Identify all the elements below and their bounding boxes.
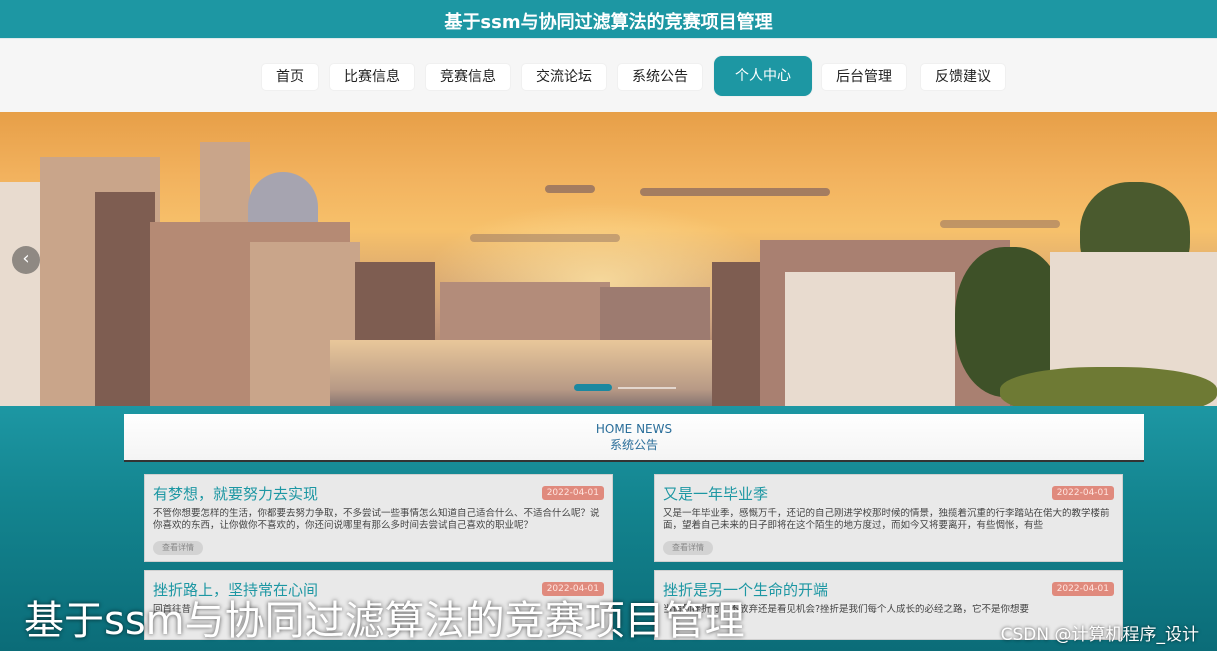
- hero-carousel[interactable]: ‹: [0, 112, 1217, 406]
- building: [95, 192, 155, 406]
- nav-item-feedback[interactable]: 反馈建议: [921, 64, 1005, 90]
- nav-item-admin[interactable]: 后台管理: [822, 64, 906, 90]
- carousel-dot-track[interactable]: [618, 387, 676, 389]
- video-caption: 基于ssm与协同过滤算法的竞赛项目管理: [24, 598, 745, 644]
- carousel-dot-active[interactable]: [574, 384, 612, 391]
- news-card-title[interactable]: 有梦想，就要努力去实现: [153, 483, 318, 504]
- news-card-date: 2022-04-01: [541, 486, 604, 500]
- view-details-button[interactable]: 查看详情: [663, 541, 713, 555]
- nav-item-competition-info[interactable]: 比赛信息: [330, 64, 414, 90]
- nav-item-home[interactable]: 首页: [262, 64, 318, 90]
- news-card-excerpt: 又是一年毕业季，感慨万千，还记的自己刚进学校那时候的情景，独揽着沉重的行李踏站在…: [663, 508, 1110, 530]
- news-heading-cn: 系统公告: [609, 438, 658, 452]
- view-details-button[interactable]: 查看详情: [153, 541, 203, 555]
- cloud: [545, 185, 595, 193]
- shrubs: [1000, 367, 1217, 406]
- news-heading: HOME NEWS 系统公告: [124, 414, 1144, 462]
- carousel-pagination: [570, 384, 680, 392]
- cloud: [640, 188, 830, 196]
- news-card[interactable]: 又是一年毕业季 2022-04-01 又是一年毕业季，感慨万千，还记的自己刚进学…: [654, 474, 1123, 562]
- news-card-date: 2022-04-01: [1051, 486, 1114, 500]
- news-card-excerpt: 不管你想要怎样的生活，你都要去努力争取，不多尝试一些事情怎么知道自己适合什么、不…: [153, 508, 600, 530]
- chevron-left-icon[interactable]: ‹: [12, 246, 40, 274]
- csdn-watermark: CSDN @计算机程序_设计: [1000, 625, 1199, 645]
- building: [785, 272, 955, 406]
- news-heading-en: HOME NEWS: [595, 422, 673, 436]
- nav-item-announcements[interactable]: 系统公告: [618, 64, 702, 90]
- site-title: 基于ssm与协同过滤算法的竞赛项目管理: [444, 12, 773, 33]
- news-card-title[interactable]: 又是一年毕业季: [663, 483, 768, 504]
- news-card-date: 2022-04-01: [1051, 582, 1114, 596]
- nav-item-forum[interactable]: 交流论坛: [522, 64, 606, 90]
- distant-buildings: [600, 287, 710, 347]
- distant-buildings: [440, 282, 610, 347]
- news-card[interactable]: 有梦想，就要努力去实现 2022-04-01 不管你想要怎样的生活，你都要去努力…: [144, 474, 613, 562]
- nav-item-contest-info[interactable]: 竞赛信息: [426, 64, 510, 90]
- cloud: [470, 234, 620, 242]
- main-nav: 首页 比赛信息 竞赛信息 交流论坛 系统公告 个人中心 后台管理 反馈建议: [0, 38, 1217, 112]
- cloud: [940, 220, 1060, 228]
- nav-item-personal-center[interactable]: 个人中心: [714, 56, 812, 96]
- top-header: 基于ssm与协同过滤算法的竞赛项目管理: [0, 0, 1217, 38]
